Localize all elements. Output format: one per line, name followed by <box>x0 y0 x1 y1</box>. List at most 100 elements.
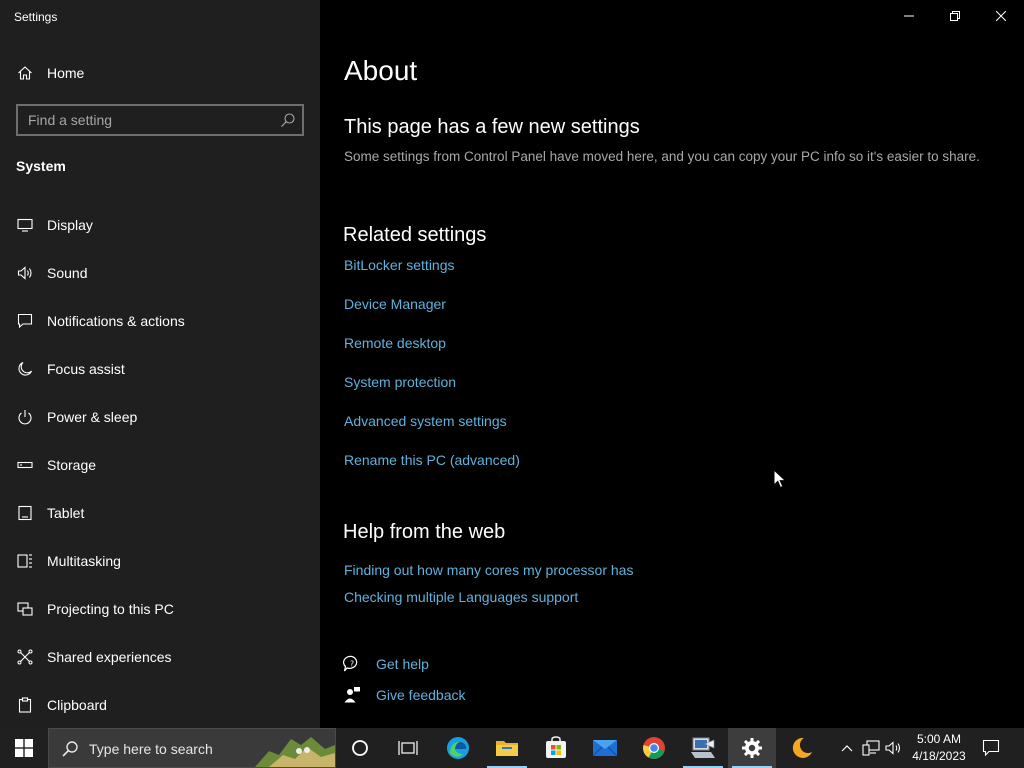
page-title: About <box>344 55 418 86</box>
system-protection-link[interactable]: System protection <box>344 374 456 390</box>
file-explorer-icon <box>496 741 518 756</box>
taskbar-mail[interactable] <box>581 728 629 768</box>
taskbar-cortana[interactable] <box>336 728 384 768</box>
section-label: System <box>16 158 66 174</box>
taskbar-chrome[interactable] <box>630 728 678 768</box>
clock-time: 5:00 AM <box>916 732 962 746</box>
sidebar-item-label: Display <box>47 217 93 233</box>
sidebar-item-label: Focus assist <box>47 361 125 377</box>
store-icon <box>546 736 566 758</box>
sidebar-item-label: Home <box>47 65 85 81</box>
taskbar-microsoft-store[interactable] <box>532 728 580 768</box>
sidebar-item-multitasking[interactable]: Multitasking <box>0 541 320 581</box>
notice-heading: This page has a few new settings <box>344 116 640 138</box>
taskbar-search-placeholder: Type here to search <box>89 741 213 757</box>
search-highlight-image-icon <box>255 737 335 767</box>
search-icon <box>62 741 78 757</box>
settings-gear-icon <box>742 738 762 758</box>
taskbar-edge[interactable] <box>434 728 482 768</box>
minimize-button[interactable] <box>886 0 932 32</box>
search-icon[interactable] <box>280 112 296 128</box>
get-help-label: Get help <box>376 656 429 672</box>
sidebar-item-label: Projecting to this PC <box>47 601 174 617</box>
sidebar-item-label: Storage <box>47 457 97 473</box>
network-status-button[interactable] <box>860 728 882 768</box>
taskbar-clock[interactable]: 5:00 AM 4/18/2023 <box>908 728 970 768</box>
close-button[interactable] <box>978 0 1024 32</box>
sidebar-item-notifications[interactable]: Notifications & actions <box>0 301 320 341</box>
taskbar: Type here to search 5:00 AM 4/18/2023 <box>0 728 1024 768</box>
volume-icon <box>885 741 901 755</box>
storage-icon <box>16 456 34 474</box>
task-view-icon <box>398 741 418 755</box>
home-icon <box>16 64 34 82</box>
power-icon <box>16 408 34 426</box>
taskbar-task-view[interactable] <box>384 728 432 768</box>
sidebar-item-label: Shared experiences <box>47 649 172 665</box>
network-icon <box>862 740 880 756</box>
notifications-icon <box>16 312 34 330</box>
sidebar-item-shared-experiences[interactable]: Shared experiences <box>0 637 320 677</box>
sidebar-item-sound[interactable]: Sound <box>0 253 320 293</box>
network-app-icon <box>691 737 715 758</box>
sidebar-item-clipboard[interactable]: Clipboard <box>0 685 320 725</box>
get-help-icon: ? <box>343 655 361 673</box>
edge-icon <box>447 737 469 759</box>
mail-icon <box>592 740 618 757</box>
get-help-link[interactable]: ? Get help <box>343 653 429 675</box>
give-feedback-label: Give feedback <box>376 687 466 703</box>
chrome-icon <box>643 737 665 759</box>
bitlocker-settings-link[interactable]: BitLocker settings <box>344 257 455 273</box>
windows-logo-icon <box>15 739 33 757</box>
advanced-system-settings-link[interactable]: Advanced system settings <box>344 413 507 429</box>
start-button[interactable] <box>0 728 48 768</box>
display-icon <box>16 216 34 234</box>
clipboard-icon <box>16 696 34 714</box>
sidebar-item-storage[interactable]: Storage <box>0 445 320 485</box>
sidebar-item-label: Notifications & actions <box>47 313 185 329</box>
feedback-icon <box>343 686 361 704</box>
show-hidden-icons-button[interactable] <box>836 728 858 768</box>
sidebar-item-power-sleep[interactable]: Power & sleep <box>0 397 320 437</box>
taskbar-file-explorer[interactable] <box>483 728 531 768</box>
clock-date: 4/18/2023 <box>912 749 966 763</box>
sidebar-item-label: Multitasking <box>47 553 121 569</box>
night-moon-icon <box>792 737 812 758</box>
sidebar-item-label: Clipboard <box>47 697 107 713</box>
sidebar-item-label: Power & sleep <box>47 409 138 425</box>
taskbar-network-app[interactable] <box>679 728 727 768</box>
taskbar-night-app[interactable] <box>778 728 826 768</box>
restore-icon <box>950 11 960 21</box>
minimize-icon <box>904 15 914 17</box>
sidebar-item-display[interactable]: Display <box>0 205 320 245</box>
volume-button[interactable] <box>883 728 905 768</box>
sidebar-item-focus-assist[interactable]: Focus assist <box>0 349 320 389</box>
give-feedback-link[interactable]: Give feedback <box>343 684 466 706</box>
shared-icon <box>16 648 34 666</box>
taskbar-search-box[interactable]: Type here to search <box>48 728 336 768</box>
sidebar: Settings Home System Display Sound Notif… <box>0 0 320 728</box>
remote-desktop-link[interactable]: Remote desktop <box>344 335 446 351</box>
processor-cores-link[interactable]: Finding out how many cores my processor … <box>344 562 633 578</box>
languages-support-link[interactable]: Checking multiple Languages support <box>344 589 578 605</box>
sidebar-item-projecting[interactable]: Projecting to this PC <box>0 589 320 629</box>
related-settings-heading: Related settings <box>343 224 487 246</box>
sidebar-item-tablet[interactable]: Tablet <box>0 493 320 533</box>
maximize-button[interactable] <box>932 0 978 32</box>
moon-icon <box>16 360 34 378</box>
multitasking-icon <box>16 552 34 570</box>
sidebar-item-label: Sound <box>47 265 88 281</box>
action-center-icon <box>982 739 1000 757</box>
action-center-button[interactable] <box>976 728 1006 768</box>
cortana-icon <box>352 740 368 756</box>
chevron-up-icon <box>841 745 853 752</box>
sidebar-item-home[interactable]: Home <box>0 53 320 93</box>
rename-pc-link[interactable]: Rename this PC (advanced) <box>344 452 520 468</box>
projecting-icon <box>16 600 34 618</box>
taskbar-settings[interactable] <box>728 728 776 768</box>
search-field[interactable] <box>16 104 304 136</box>
help-from-web-heading: Help from the web <box>343 521 506 543</box>
device-manager-link[interactable]: Device Manager <box>344 296 446 312</box>
search-input[interactable] <box>18 106 268 134</box>
tablet-icon <box>16 504 34 522</box>
